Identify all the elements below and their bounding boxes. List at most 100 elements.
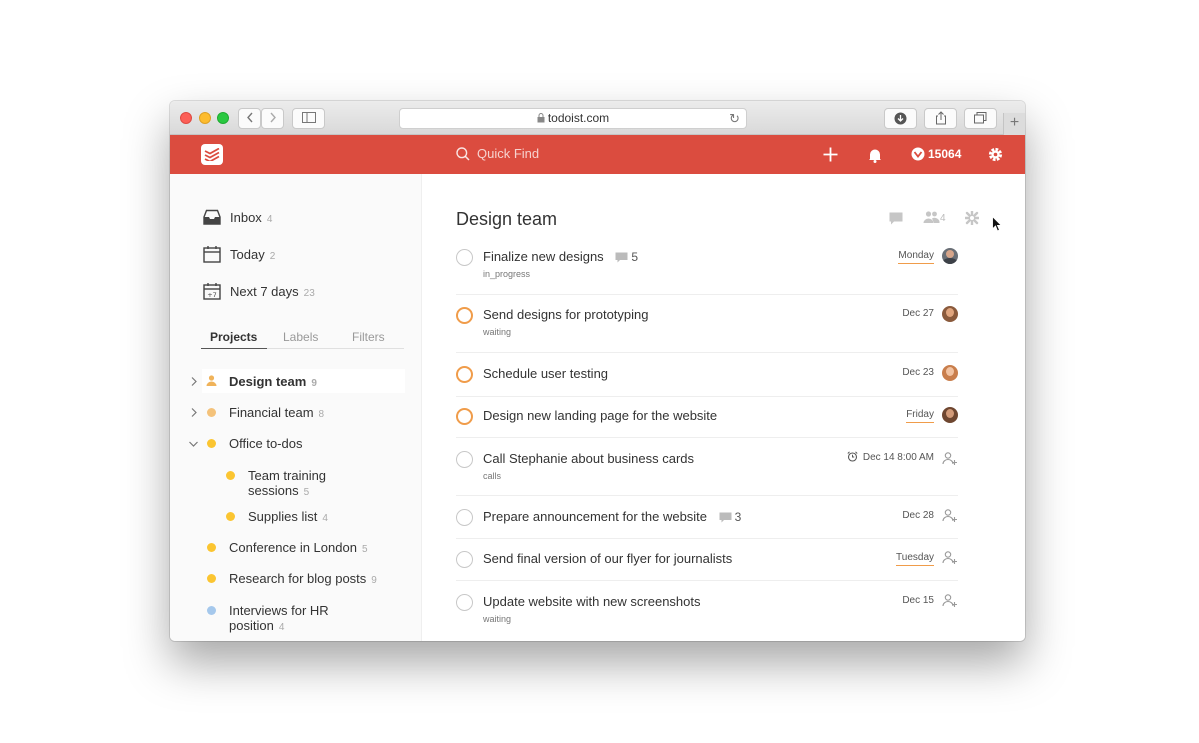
task-checkbox[interactable] [456, 451, 473, 468]
avatar[interactable] [942, 248, 958, 264]
minimize-window-button[interactable] [199, 112, 211, 124]
active-tab-indicator [201, 348, 267, 349]
project-item-conference-in-london[interactable]: Conference in London 5 [202, 539, 405, 563]
new-tab-button[interactable]: + [1003, 113, 1025, 135]
members-button[interactable]: 4 [923, 211, 946, 224]
next-7-days-count: 23 [303, 288, 315, 299]
task-checkbox[interactable] [456, 408, 473, 425]
assign-person-icon[interactable] [942, 593, 958, 609]
task-item[interactable]: Finalize new designs 5 in_progress Monda… [456, 244, 958, 295]
sidebar-item-next-7-days[interactable]: +7 Next 7 days 23 [203, 282, 315, 302]
downloads-button[interactable] [884, 108, 917, 129]
search-icon [456, 147, 470, 161]
avatar[interactable] [942, 306, 958, 322]
address-bar[interactable]: todoist.com ↻ [399, 108, 747, 129]
task-due-date[interactable]: Dec 27 [902, 307, 934, 321]
chevron-right-icon[interactable] [191, 408, 197, 417]
add-task-icon[interactable] [823, 147, 838, 162]
tabs-overview-button[interactable] [964, 108, 997, 129]
maximize-window-button[interactable] [217, 112, 229, 124]
sidebar-toggle-button[interactable] [292, 108, 325, 129]
sidebar: Inbox 4 Today 2 +7 Next 7 days 23 Projects … [170, 174, 422, 641]
comment-count: 3 [734, 510, 742, 524]
task-due-date[interactable]: Dec 15 [902, 594, 934, 608]
comment-icon [615, 252, 628, 263]
task-due-date[interactable]: Monday [898, 249, 934, 264]
task-checkbox[interactable] [456, 509, 473, 526]
project-count: 9 [311, 378, 317, 389]
task-content: Prepare announcement for the website 3 [483, 509, 741, 525]
project-name: Conference in London [229, 540, 357, 555]
share-button[interactable] [924, 108, 957, 129]
back-button[interactable] [238, 108, 261, 129]
tab-filters[interactable]: Filters [352, 330, 385, 344]
reload-icon[interactable]: ↻ [729, 109, 740, 128]
chevron-down-icon[interactable] [189, 441, 198, 447]
task-due-date[interactable]: Dec 28 [902, 509, 934, 523]
project-item-team-training-sessions[interactable]: Team training sessions 5 [222, 466, 405, 500]
task-item[interactable]: Send designs for prototyping waiting Dec… [456, 303, 958, 353]
karma-value: 15064 [928, 147, 962, 161]
avatar[interactable] [942, 365, 958, 381]
task-item[interactable]: Design new landing page for the website … [456, 404, 958, 438]
task-label[interactable]: waiting [483, 326, 649, 338]
task-label[interactable]: in_progress [483, 268, 638, 280]
project-item-interviews-for-hr-position[interactable]: Interviews for HR position 4 [202, 601, 405, 635]
lock-icon [537, 113, 545, 123]
project-count: 8 [318, 409, 325, 420]
task-due-date[interactable]: Friday [906, 408, 934, 423]
project-item-design-team[interactable]: Design team 9 [191, 369, 405, 393]
task-item[interactable]: Prepare announcement for the website 3 D… [456, 504, 958, 539]
task-item[interactable]: Call Stephanie about business cards call… [456, 446, 958, 496]
task-due-date[interactable]: Dec 23 [902, 366, 934, 380]
task-text: Send designs for prototyping [483, 307, 649, 322]
task-label[interactable]: waiting [483, 613, 701, 625]
close-window-button[interactable] [180, 112, 192, 124]
task-comments[interactable]: 3 [719, 509, 742, 525]
tab-projects[interactable]: Projects [210, 330, 257, 344]
task-due-date[interactable]: Dec 14 8:00 AM [847, 451, 934, 465]
assign-person-icon[interactable] [942, 451, 958, 467]
sidebar-item-inbox[interactable]: Inbox 4 [203, 208, 272, 228]
comment-icon[interactable] [889, 212, 903, 225]
task-comments[interactable]: 5 [615, 249, 638, 265]
project-title: Design team [456, 209, 558, 229]
inbox-label: Inbox [230, 210, 262, 225]
project-settings-icon[interactable] [965, 211, 979, 225]
task-item[interactable]: Schedule user testing Dec 23 [456, 361, 958, 397]
project-name: Financial team [229, 405, 314, 420]
project-label: Conference in London 5 [229, 540, 368, 558]
chevron-right-icon[interactable] [191, 377, 197, 386]
gear-icon[interactable] [988, 147, 1003, 162]
task-checkbox[interactable] [456, 366, 473, 383]
project-item-financial-team[interactable]: Financial team 8 [191, 404, 405, 428]
sidebar-item-today[interactable]: Today 2 [203, 245, 275, 265]
task-item[interactable]: Send final version of our flyer for jour… [456, 547, 958, 581]
forward-button[interactable] [261, 108, 284, 129]
today-label: Today [230, 247, 265, 262]
task-text: Send final version of our flyer for jour… [483, 551, 733, 566]
assign-person-icon[interactable] [942, 508, 958, 524]
task-item[interactable]: Update website with new screenshots wait… [456, 589, 958, 641]
task-label[interactable]: calls [483, 470, 694, 482]
project-item-office-to-dos[interactable]: Office to-dos [189, 435, 405, 459]
avatar[interactable] [942, 407, 958, 423]
assign-person-icon[interactable] [942, 550, 958, 566]
today-count: 2 [269, 251, 276, 262]
quick-find-input[interactable]: Quick Find [456, 145, 539, 163]
karma-score[interactable]: 15064 [911, 146, 961, 162]
todoist-logo[interactable] [201, 144, 223, 165]
task-checkbox[interactable] [456, 307, 473, 324]
project-item-supplies-list[interactable]: Supplies list 4 [222, 508, 405, 532]
project-item-research-for-blog-posts[interactable]: Research for blog posts 9 [202, 570, 405, 594]
project-label: Design team 9 [229, 374, 317, 392]
project-color-dot [207, 606, 216, 615]
tab-labels[interactable]: Labels [283, 330, 318, 344]
bell-icon[interactable] [868, 148, 882, 163]
task-text: Update website with new screenshots [483, 594, 701, 609]
task-checkbox[interactable] [456, 551, 473, 568]
task-due-date[interactable]: Tuesday [896, 551, 934, 566]
task-checkbox[interactable] [456, 249, 473, 266]
task-checkbox[interactable] [456, 594, 473, 611]
alarm-clock-icon [847, 451, 858, 462]
